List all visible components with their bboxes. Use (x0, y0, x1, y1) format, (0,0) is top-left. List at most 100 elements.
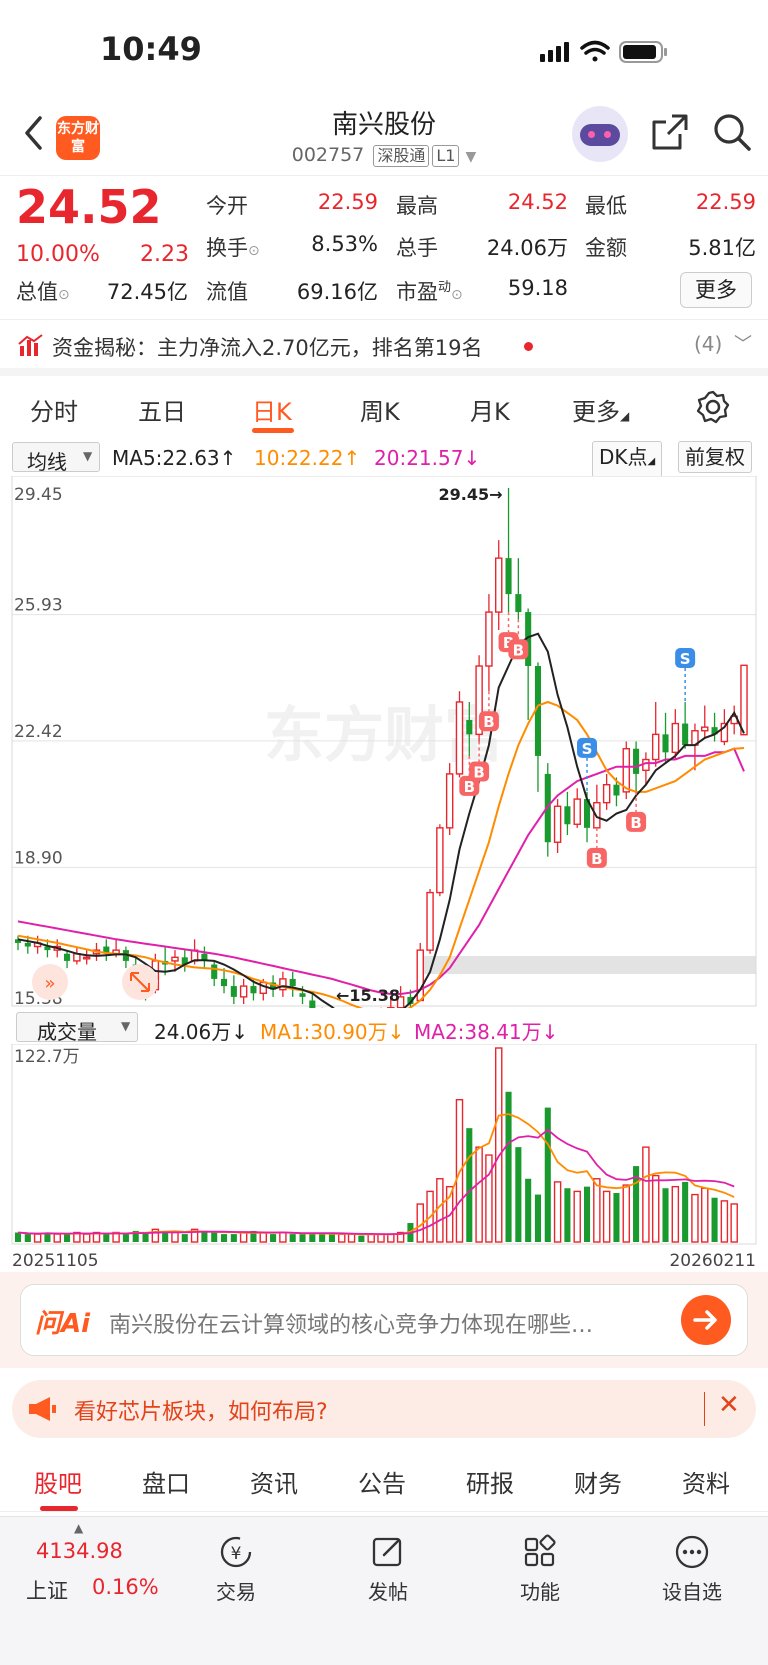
chevron-down-icon: ﹀ (734, 334, 752, 355)
float-cap-label: 流值 (206, 280, 248, 304)
post-button[interactable]: 发帖 (338, 1533, 438, 1605)
pe-label[interactable]: 市盈动⊙ (396, 276, 463, 306)
search-icon[interactable] (712, 112, 752, 152)
bar-chart-icon (18, 334, 43, 356)
ai-prompt: 南兴股份在云计算领域的核心竞争力体现在哪些… (109, 1313, 594, 1338)
turnover-label[interactable]: 换手⊙ (206, 232, 260, 262)
tab-orderbook[interactable]: 盘口 (142, 1464, 190, 1499)
candle-body (250, 986, 257, 994)
features-button[interactable]: 功能 (490, 1533, 590, 1605)
megaphone-icon (29, 1397, 56, 1421)
volume-bar (475, 1146, 483, 1243)
candle-body (553, 805, 562, 843)
signal-label: B (591, 850, 602, 868)
y-tick-label: 18.90 (14, 848, 63, 868)
tab-research[interactable]: 研报 (466, 1464, 514, 1499)
add-watchlist-button[interactable]: 设自选 (642, 1533, 742, 1605)
volume-bar (24, 1234, 31, 1242)
more-button[interactable]: 更多 (680, 272, 752, 308)
arrow-right-icon[interactable] (681, 1295, 731, 1345)
candle-body (211, 964, 218, 979)
tab-forum[interactable]: 股吧 (34, 1464, 82, 1499)
share-icon[interactable] (650, 112, 690, 152)
candle-body (445, 773, 454, 829)
index-percent[interactable]: 0.16% (92, 1575, 159, 1599)
buy-signal-marker: B (478, 711, 499, 732)
volume-bar (53, 1233, 61, 1243)
dk-point-button[interactable]: DK点◢ (592, 441, 663, 478)
y-tick-label: 22.42 (14, 722, 63, 742)
pe-value: 59.18 (507, 276, 568, 300)
trade-button[interactable]: ¥ 交易 (186, 1533, 286, 1605)
change-amount: 2.23 (140, 242, 189, 267)
sell-signal-marker: S (675, 647, 696, 668)
ai-question-box[interactable]: 问Ai 南兴股份在云计算领域的核心竞争力体现在哪些… (20, 1284, 748, 1356)
candle-body (82, 956, 91, 960)
candle-body (651, 733, 660, 761)
candlestick-chart[interactable]: 东方财富29.4525.9322.4218.9015.3829.45→←15.3… (0, 476, 768, 1008)
volume-chart[interactable]: 122.7万 20251105 20260211 (0, 1044, 768, 1272)
capital-banner[interactable]: 资金揭秘：主力净流入2.70亿元，排名第19名 (4) ﹀ (0, 320, 768, 376)
volume-select[interactable]: 成交量 ▼ (16, 1012, 138, 1044)
tab-profile[interactable]: 资料 (682, 1464, 730, 1499)
volume-bar (82, 1233, 91, 1243)
volume-bar (642, 1146, 650, 1243)
volume-bar (239, 1231, 248, 1243)
assistant-avatar[interactable] (572, 106, 628, 162)
sell-signal-marker: S (577, 737, 598, 758)
volume-bar (525, 1178, 532, 1242)
change-percent: 10.00% (16, 242, 100, 267)
signal-icon (540, 42, 569, 62)
adjust-button[interactable]: 前复权 (678, 441, 752, 473)
collapse-button[interactable]: » (32, 964, 68, 1000)
candle-body (309, 1000, 316, 1008)
battery-icon (619, 41, 667, 63)
tab-five-day[interactable]: 五日 (138, 392, 186, 427)
buy-signal-marker: B (626, 811, 647, 832)
candle (445, 763, 454, 836)
float-cap-value: 69.16亿 (296, 280, 378, 304)
ai-logo: 问Ai (35, 1309, 91, 1339)
expand-button[interactable] (122, 964, 158, 1000)
index-value[interactable]: 4134.98 (36, 1539, 123, 1563)
more-dots-icon (675, 1535, 709, 1569)
candle-body (602, 783, 611, 804)
tab-monthly-k[interactable]: 月K (470, 392, 510, 427)
tab-announcements[interactable]: 公告 (358, 1464, 406, 1499)
candle-body (436, 827, 444, 894)
high-annotation: 29.45→ (439, 485, 503, 504)
tab-intraday[interactable]: 分时 (30, 392, 78, 427)
tab-daily-k[interactable]: 日K (252, 392, 292, 427)
candle-body (485, 611, 493, 667)
buy-signal-marker: B (469, 761, 490, 782)
candle (426, 888, 434, 954)
caret-up-icon: ▲ (74, 1521, 84, 1535)
tab-more[interactable]: 更多◢ (572, 392, 629, 427)
candle (455, 691, 464, 778)
candle (740, 664, 748, 736)
volume-bar (662, 1188, 669, 1242)
ma-select[interactable]: 均线 ▼ (12, 442, 100, 474)
tab-weekly-k[interactable]: 周K (360, 392, 400, 427)
volume-bar (466, 1128, 473, 1242)
index-name[interactable]: 上证 (26, 1575, 68, 1605)
tab-finance[interactable]: 财务 (574, 1464, 622, 1499)
yen-cycle-icon: ¥ (220, 1536, 252, 1568)
market-cap-label[interactable]: 总值⊙ (16, 276, 70, 306)
gear-icon[interactable] (696, 390, 730, 424)
ma5-label: MA5:22.63↑ (112, 446, 237, 470)
tab-news[interactable]: 资讯 (250, 1464, 298, 1499)
market-cap-value: 72.45亿 (106, 280, 188, 304)
candle (622, 741, 631, 800)
close-icon[interactable]: ✕ (718, 1390, 740, 1420)
volume-bar (64, 1234, 71, 1242)
bottom-toolbar: ▲ 4134.98 上证 0.16% ¥ 交易 发帖 功能 设自选 (0, 1516, 768, 1665)
status-icons (540, 40, 667, 63)
promo-banner[interactable]: 看好芯片板块，如何布局? ✕ (12, 1380, 756, 1438)
buy-signal-marker: B (586, 847, 607, 868)
volume-bar (682, 1181, 689, 1242)
volume-legend-bar: 成交量 ▼ 24.06万↓ MA1:30.90万↓ MA2:38.41万↓ (0, 1010, 768, 1046)
period-tabs: 分时 五日 日K 周K 月K 更多◢ (0, 376, 768, 440)
high-value: 24.52 (507, 190, 568, 214)
stock-code: 002757 (291, 144, 365, 166)
